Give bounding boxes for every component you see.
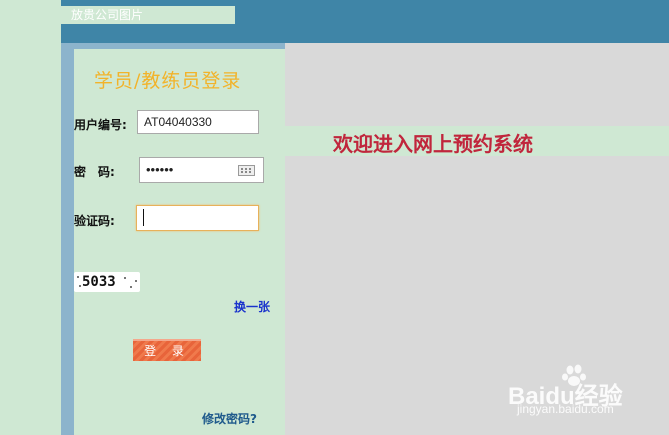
banner-strip [61,24,285,43]
login-button[interactable]: 登 录 [133,339,201,361]
captcha-image: 5033 [74,272,140,292]
text-cursor [143,209,144,226]
company-image-placeholder: 放贵公司图片 [61,6,235,24]
refresh-captcha-link[interactable]: 换一张 [234,298,270,315]
user-id-label: 用户编号: [74,118,127,132]
captcha-label: 验证码: [74,214,115,228]
captcha-code: 5033 [82,274,116,290]
user-id-input[interactable]: AT04040330 [137,110,259,134]
keyboard-icon[interactable] [238,165,255,176]
watermark-url: jingyan.baidu.com [517,402,614,416]
welcome-text: 欢迎进入网上预约系统 [333,132,533,156]
left-border [61,43,74,435]
change-password-link[interactable]: 修改密码? [202,410,257,427]
captcha-input[interactable] [136,205,259,231]
login-panel [74,49,285,435]
password-label: 密 码: [74,165,115,179]
login-title: 学员/教练员登录 [94,70,242,92]
